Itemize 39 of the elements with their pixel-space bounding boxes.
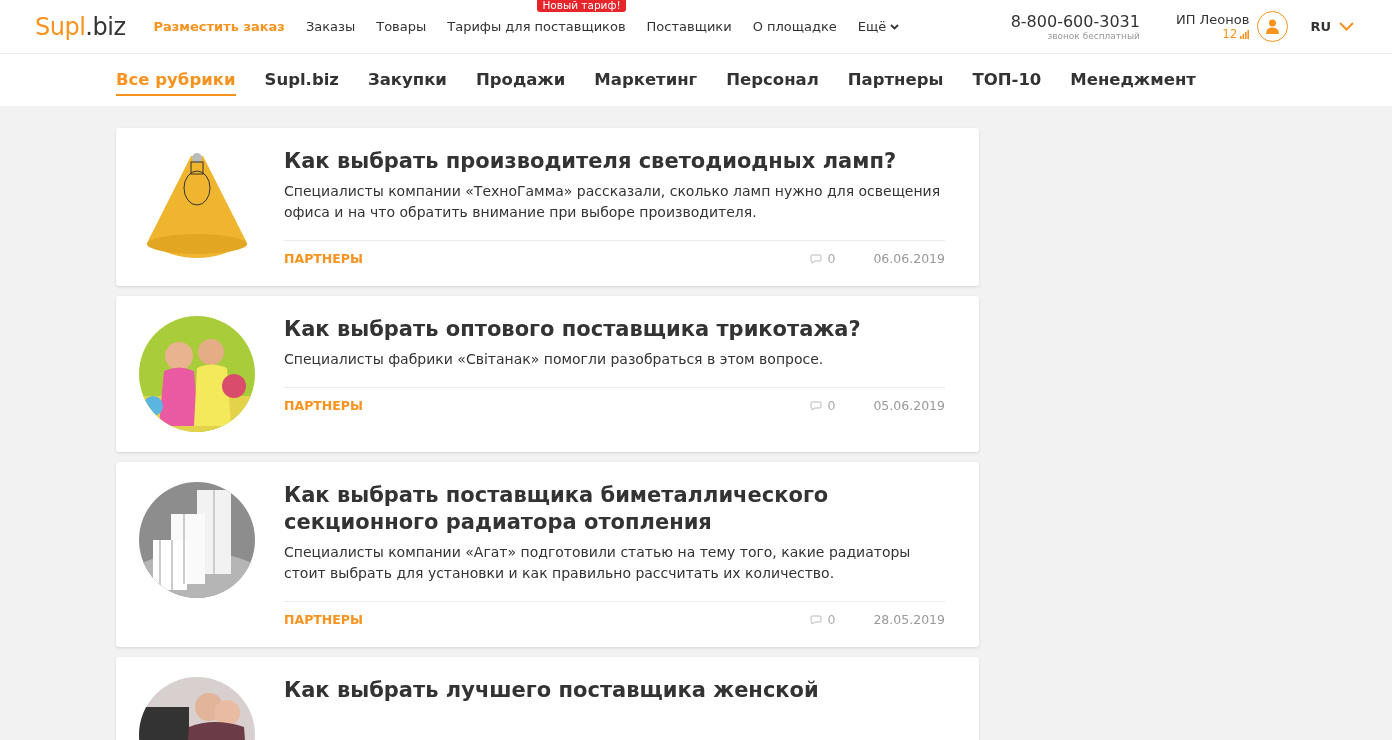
category-tab[interactable]: Supl.biz <box>264 64 339 96</box>
comment-icon <box>810 400 823 411</box>
category-tab[interactable]: ТОП-10 <box>972 64 1042 96</box>
article-title[interactable]: Как выбрать производителя светодиодных ламп? <box>284 148 945 175</box>
category-tab[interactable]: Персонал <box>726 64 819 96</box>
nav-link[interactable]: Поставщики <box>646 19 732 34</box>
category-tab[interactable]: Продажи <box>475 64 566 96</box>
nav-link[interactable]: Заказы <box>305 19 356 34</box>
comment-count: 0 <box>827 251 836 266</box>
article-date: 28.05.2019 <box>873 612 945 627</box>
article-title[interactable]: Как выбрать оптового поставщика трикотажа? <box>284 316 945 343</box>
rating: 12 <box>1222 27 1238 41</box>
nav-link[interactable]: Товары <box>376 19 427 34</box>
logo[interactable]: Supl.biz <box>35 12 126 41</box>
comment-count: 0 <box>827 612 836 627</box>
article-title[interactable]: Как выбрать поставщика биметаллического секционного радиатора отопления <box>284 482 945 536</box>
article-summary: Специалисты фабрики «Світанак» помогли разобраться в этом вопросе. <box>284 350 825 369</box>
phone-number: 8-800-600-3031 <box>1010 12 1140 31</box>
article-summary: Специалисты компании «Агат» подготовили статью на тему того, какие радиаторы стоит выбрать для установки и как правильно рассчитать их количество. <box>284 543 912 583</box>
article-summary: Специалисты компании «ТехноГамма» рассказали, сколько ламп нужно для освещения офиса и на что обратить внимание при выборе производителя. <box>284 182 942 222</box>
category-tab[interactable]: Партнеры <box>847 64 944 96</box>
comment-icon <box>810 614 823 625</box>
comment-count: 0 <box>827 398 836 413</box>
article-date: 06.06.2019 <box>873 251 945 266</box>
language-selector[interactable]: RU <box>1310 19 1331 34</box>
phone-note: звонок бесплатный <box>1047 31 1140 41</box>
chevron-down-icon[interactable] <box>890 23 900 30</box>
article-date: 05.06.2019 <box>873 398 945 413</box>
nav-link[interactable]: О площадке <box>752 19 837 34</box>
nav-link[interactable]: Ещё <box>857 19 887 34</box>
user-name[interactable]: ИП Леонов <box>1175 12 1250 27</box>
new-badge: Новый тариф! <box>537 0 626 12</box>
signal-bars-icon <box>1240 29 1250 39</box>
category-tab[interactable]: Закупки <box>367 64 447 96</box>
comment-icon <box>810 253 823 264</box>
nav-link[interactable]: Тарифы для поставщиков <box>447 19 626 34</box>
article-title[interactable]: Как выбрать лучшего поставщика женской <box>284 677 945 704</box>
category-tab[interactable]: Маркетинг <box>594 64 698 96</box>
category-tab[interactable]: Менеджмент <box>1070 64 1196 96</box>
